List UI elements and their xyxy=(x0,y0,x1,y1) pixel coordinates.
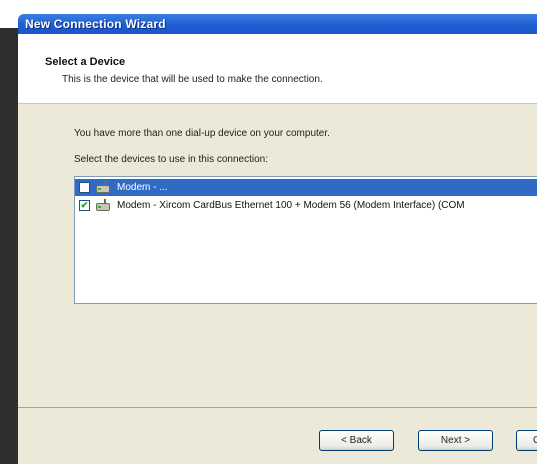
window-title: New Connection Wizard xyxy=(25,17,166,31)
wizard-footer: < Back Next > C xyxy=(18,408,537,464)
modem-icon xyxy=(95,181,111,194)
window-titlebar[interactable]: New Connection Wizard xyxy=(18,14,537,34)
page-title: Select a Device xyxy=(45,56,126,68)
page-subtitle: This is the device that will be used to … xyxy=(62,74,323,85)
next-button[interactable]: Next > xyxy=(418,430,493,451)
device-label: Modem - ... xyxy=(117,182,168,193)
device-checkbox[interactable] xyxy=(79,182,90,193)
cancel-button[interactable]: C xyxy=(516,430,537,451)
back-button[interactable]: < Back xyxy=(319,430,394,451)
wizard-body: You have more than one dial-up device on… xyxy=(18,104,537,407)
device-checkbox[interactable]: ✔ xyxy=(79,200,90,211)
device-list-item[interactable]: Modem - ... xyxy=(75,179,537,196)
background-left-edge xyxy=(0,28,18,464)
device-list-item[interactable]: ✔ Modem - Xircom CardBus Ethernet 100 + … xyxy=(75,197,537,214)
device-label: Modem - Xircom CardBus Ethernet 100 + Mo… xyxy=(117,200,465,211)
device-list[interactable]: Modem - ... ✔ Modem - Xircom CardBus Eth… xyxy=(74,176,537,304)
intro-text: You have more than one dial-up device on… xyxy=(74,128,330,139)
modem-icon xyxy=(95,199,111,212)
instruction-text: Select the devices to use in this connec… xyxy=(74,154,269,165)
wizard-header: Select a Device This is the device that … xyxy=(18,34,537,104)
